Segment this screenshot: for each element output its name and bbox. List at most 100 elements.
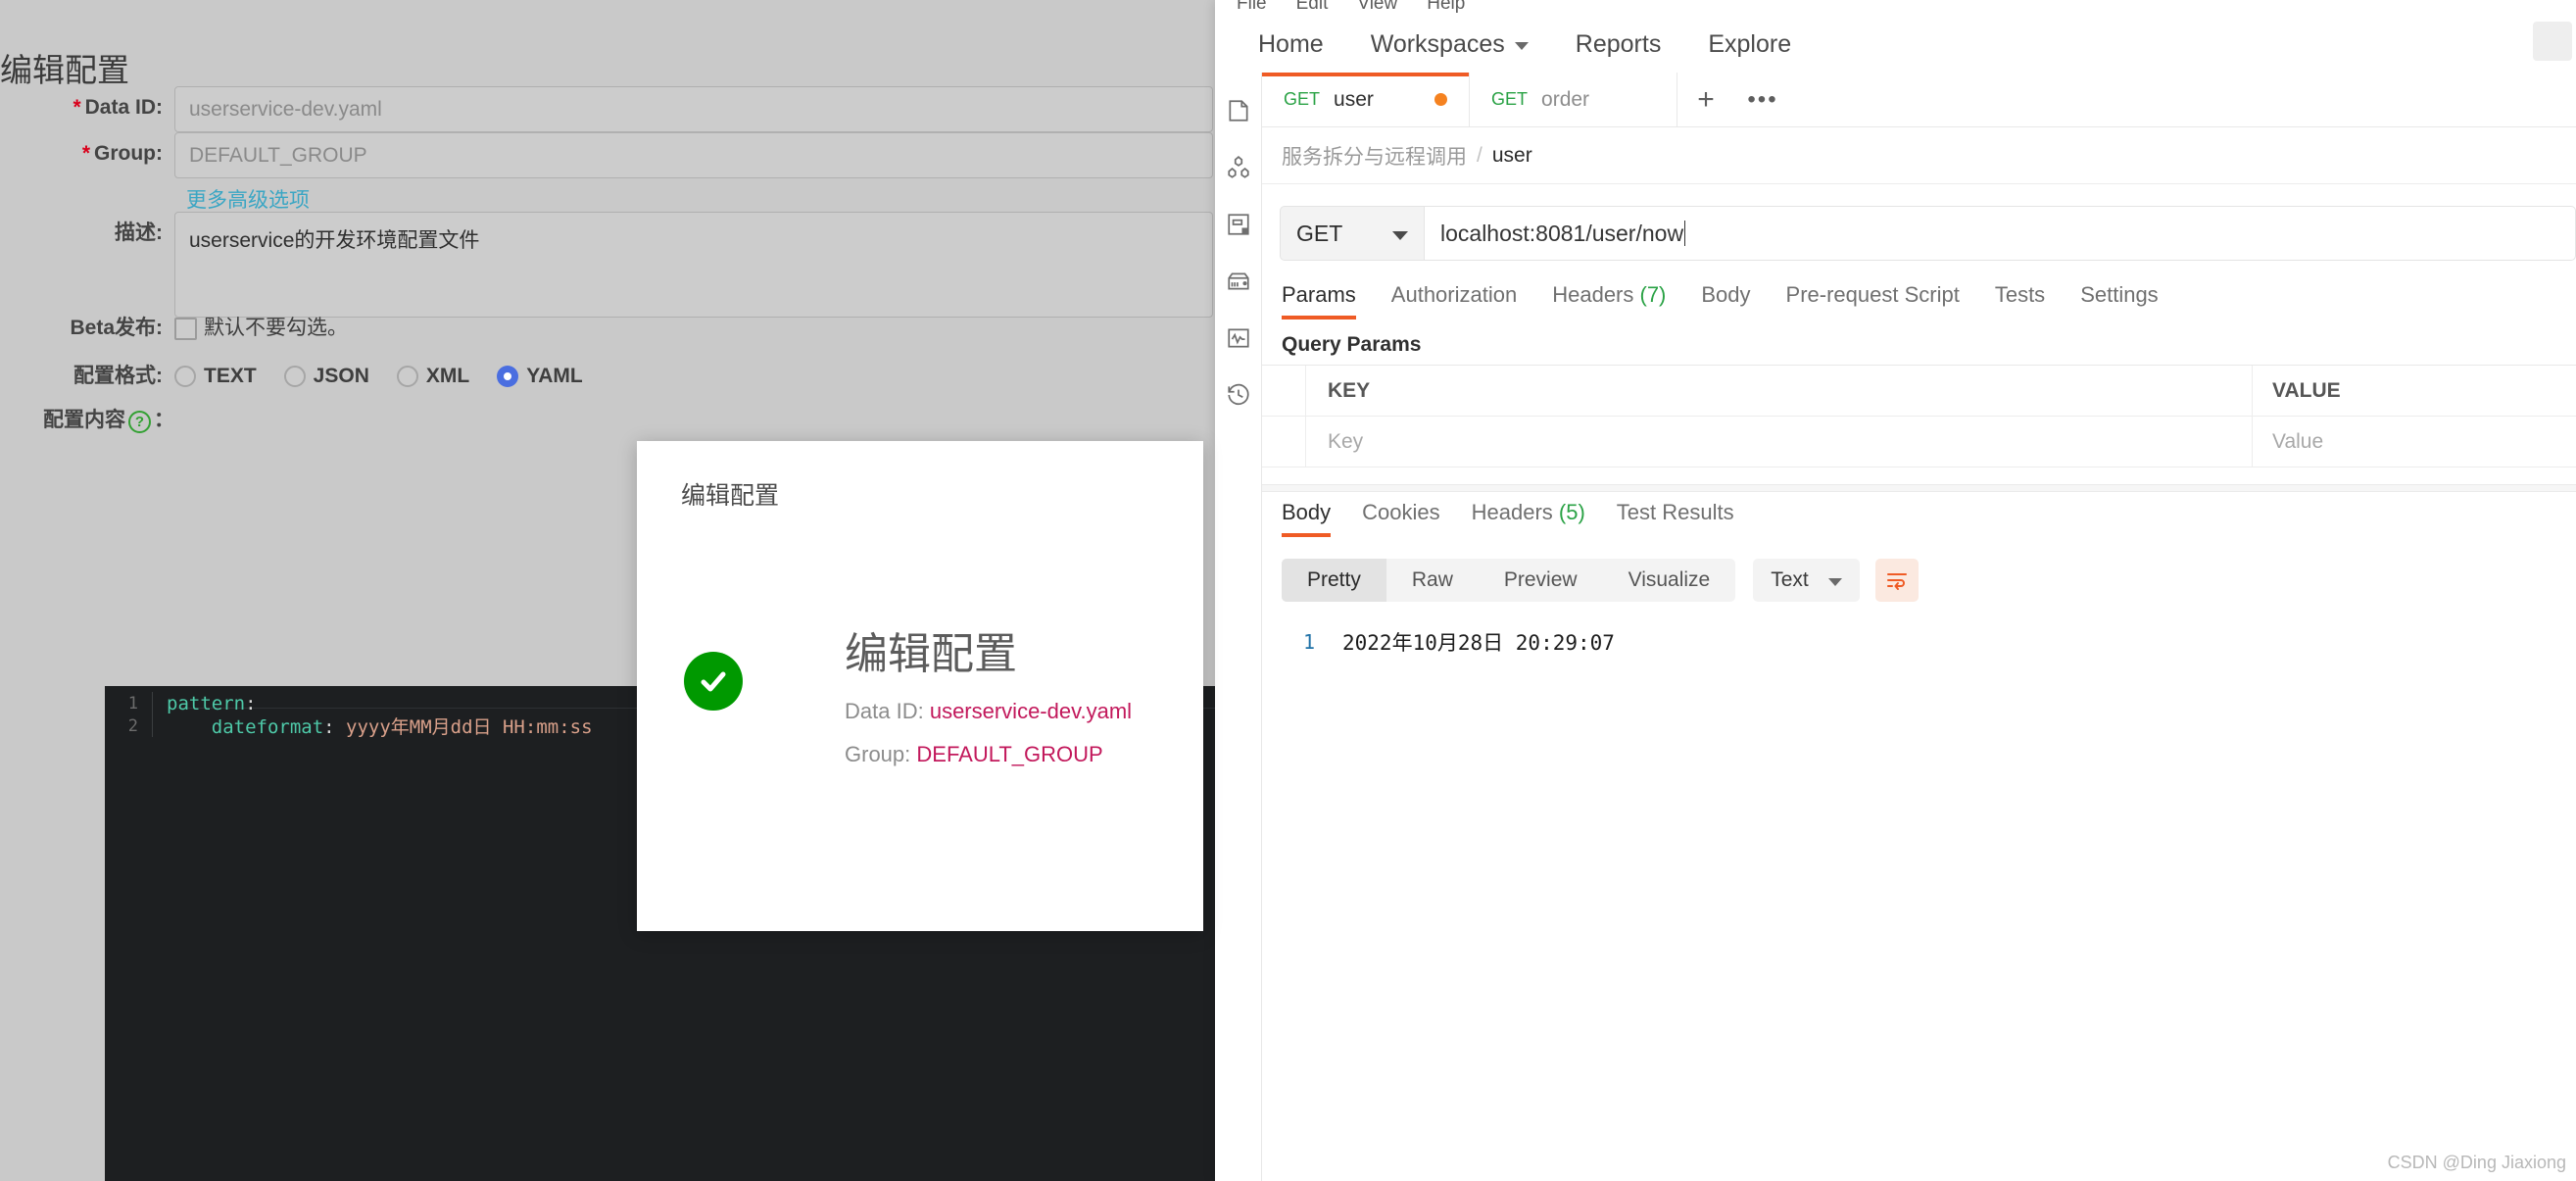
mock-servers-icon[interactable] xyxy=(1226,269,1251,294)
response-section-tabs[interactable]: Body Cookies Headers (5) Test Results xyxy=(1262,500,2576,545)
url-input[interactable]: localhost:8081/user/now xyxy=(1425,206,2576,261)
menu-edit[interactable]: Edit xyxy=(1296,0,1329,15)
request-tab-tests[interactable]: Tests xyxy=(1995,282,2045,320)
dialog-group-value: DEFAULT_GROUP xyxy=(916,742,1103,766)
text-cursor xyxy=(1684,221,1686,246)
http-method-select[interactable]: GET xyxy=(1280,206,1425,261)
response-tab-headers[interactable]: Headers (5) xyxy=(1472,500,1585,537)
dialog-group-label: Group: xyxy=(845,742,911,766)
dialog-data-id-value: userservice-dev.yaml xyxy=(929,699,1133,723)
nav-item-home[interactable]: Home xyxy=(1235,30,1347,59)
code-line-number: 1 xyxy=(127,693,138,714)
environments-icon[interactable] xyxy=(1226,212,1251,237)
tab-options-button[interactable]: ••• xyxy=(1734,73,1791,126)
format-radio-xml[interactable]: XML xyxy=(396,365,470,388)
required-asterisk: * xyxy=(81,142,91,165)
tab-label: Headers xyxy=(1552,282,1634,307)
query-params-title: Query Params xyxy=(1282,333,1422,356)
description-textarea[interactable]: userservice的开发环境配置文件 xyxy=(174,212,1213,318)
table-header-row: KEY VALUE xyxy=(1262,366,2576,417)
request-tab-authorization[interactable]: Authorization xyxy=(1391,282,1517,320)
postman-navbar[interactable]: Home Workspaces Reports Explore xyxy=(1215,16,1815,73)
dialog-data-id-row: Data ID: userservice-dev.yaml xyxy=(845,699,1132,724)
panel-divider[interactable] xyxy=(1262,484,2576,492)
group-input[interactable]: DEFAULT_GROUP xyxy=(174,132,1213,178)
tab-count: (7) xyxy=(1633,282,1667,307)
field-row-description: 描述: userservice的开发环境配置文件 xyxy=(0,212,1213,318)
response-line-number: 1 xyxy=(1302,630,1315,654)
query-params-table: KEY VALUE Key Value xyxy=(1262,365,2576,467)
nav-item-label: Explore xyxy=(1708,29,1792,58)
request-tab-pre-request-script[interactable]: Pre-request Script xyxy=(1786,282,1960,320)
collections-icon[interactable] xyxy=(1226,98,1251,123)
nav-item-reports[interactable]: Reports xyxy=(1552,30,1685,59)
radio-circle-icon xyxy=(283,366,306,387)
request-tab-user[interactable]: GET user xyxy=(1262,73,1470,126)
request-tab-order[interactable]: GET order xyxy=(1470,73,1677,126)
view-mode-pretty[interactable]: Pretty xyxy=(1282,559,1386,602)
history-icon[interactable] xyxy=(1226,382,1251,408)
beta-checkbox-group[interactable]: 默认不要勾选。 xyxy=(174,307,348,350)
request-section-tabs[interactable]: Params Authorization Headers (7) Body Pre-re… xyxy=(1262,282,2576,329)
beta-checkbox[interactable] xyxy=(174,317,197,340)
postman-window: File Edit View Help Home Workspaces Reports Ex… xyxy=(1215,0,2576,1181)
chevron-down-icon xyxy=(1827,578,1842,586)
tab-label: Authorization xyxy=(1390,282,1518,307)
monitors-icon[interactable] xyxy=(1226,325,1251,351)
response-tab-test-results[interactable]: Test Results xyxy=(1617,500,1734,537)
tab-name: user xyxy=(1334,87,1374,111)
row-value-input[interactable]: Value xyxy=(2253,417,2576,467)
row-checkbox-cell[interactable] xyxy=(1262,417,1306,467)
request-tab-params[interactable]: Params xyxy=(1282,282,1356,320)
nav-item-workspaces[interactable]: Workspaces xyxy=(1347,30,1552,59)
view-mode-visualize[interactable]: Visualize xyxy=(1603,559,1736,602)
response-type-select[interactable]: Text xyxy=(1753,559,1860,602)
tab-count: (5) xyxy=(1552,500,1585,524)
tab-label: Pre-request Script xyxy=(1785,282,1960,307)
apis-icon[interactable] xyxy=(1226,155,1251,180)
help-icon[interactable]: ? xyxy=(128,411,151,434)
response-view-mode-group[interactable]: Pretty Raw Preview Visualize xyxy=(1282,559,1736,602)
header-value: VALUE xyxy=(2272,378,2341,402)
format-radio-json[interactable]: JSON xyxy=(283,365,369,388)
data-id-input[interactable]: userservice-dev.yaml xyxy=(174,86,1213,132)
menu-view[interactable]: View xyxy=(1357,0,1397,15)
row-key-input[interactable]: Key xyxy=(1306,417,2253,467)
response-tab-body[interactable]: Body xyxy=(1282,500,1332,537)
view-mode-preview[interactable]: Preview xyxy=(1479,559,1603,602)
group-label: * Group: xyxy=(81,142,163,165)
page-title: 编辑配置 xyxy=(0,52,129,88)
menu-help[interactable]: Help xyxy=(1427,0,1465,15)
breadcrumb-separator: / xyxy=(1477,143,1482,167)
url-bar: GET localhost:8081/user/now xyxy=(1262,206,2576,261)
wrap-lines-button[interactable] xyxy=(1874,559,1919,602)
beta-label: Beta发布: xyxy=(70,317,163,339)
format-label: 配置格式: xyxy=(73,365,163,387)
nav-item-explore[interactable]: Explore xyxy=(1684,30,1815,59)
menu-file[interactable]: File xyxy=(1237,0,1267,15)
format-radio-group[interactable]: TEXT JSON XML YAML xyxy=(174,355,583,398)
tab-label: Tests xyxy=(1994,282,2046,307)
navbar-right-button[interactable] xyxy=(2533,22,2572,61)
advanced-options-link[interactable]: 更多高级选项 xyxy=(186,184,310,214)
dialog-group-row: Group: DEFAULT_GROUP xyxy=(845,742,1132,767)
code-line-text: dateformat: yyyy年MM月dd日 HH:mm:ss xyxy=(167,716,593,738)
success-check-icon xyxy=(684,652,743,711)
request-tab-body[interactable]: Body xyxy=(1701,282,1750,320)
format-radio-label: XML xyxy=(425,365,470,387)
format-radio-text[interactable]: TEXT xyxy=(174,365,257,388)
request-tab-bar[interactable]: GET user GET order + ••• xyxy=(1262,73,2576,127)
table-row[interactable]: Key Value xyxy=(1262,417,2576,467)
description-label: 描述: xyxy=(115,221,163,244)
response-tab-cookies[interactable]: Cookies xyxy=(1362,500,1439,537)
view-mode-raw[interactable]: Raw xyxy=(1386,559,1479,602)
request-tab-headers[interactable]: Headers (7) xyxy=(1552,282,1666,320)
radio-circle-icon xyxy=(396,366,418,387)
request-tab-settings[interactable]: Settings xyxy=(2080,282,2159,320)
add-tab-button[interactable]: + xyxy=(1677,73,1734,126)
breadcrumb-collection[interactable]: 服务拆分与远程调用 xyxy=(1282,141,1467,171)
postman-sidebar[interactable] xyxy=(1215,73,1262,1181)
postman-menubar[interactable]: File Edit View Help xyxy=(1215,0,1465,16)
tab-label: Body xyxy=(1282,500,1332,524)
format-radio-yaml[interactable]: YAML xyxy=(497,365,583,388)
